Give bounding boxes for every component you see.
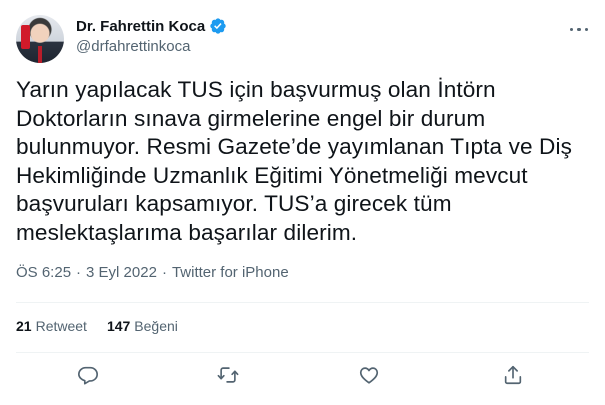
like-label: Beğeni [134,318,178,334]
tweet-stats: 21 Retweet 147 Beğeni [16,318,178,334]
avatar[interactable] [16,15,64,63]
meta-separator: · [76,264,82,281]
tie-icon [38,46,42,63]
retweet-label: Retweet [35,318,87,334]
tweet-card: Dr. Fahrettin Koca @drfahrettinkoca Yarı… [0,0,605,405]
like-stat[interactable]: 147 Beğeni [107,318,178,334]
like-icon[interactable] [358,364,382,388]
divider [16,352,589,353]
tweet-time[interactable]: ÖS 6:25 [16,264,71,281]
more-options-icon[interactable] [569,20,589,40]
retweet-stat[interactable]: 21 Retweet [16,318,87,334]
verified-badge-icon [209,17,227,35]
tweet-actions [0,362,605,392]
author-name-row: Dr. Fahrettin Koca [76,17,227,35]
divider [16,302,589,303]
author-handle[interactable]: @drfahrettinkoca [76,38,190,55]
retweet-icon[interactable] [217,364,241,388]
tweet-meta: ÖS 6:25 · 3 Eyl 2022 · Twitter for iPhon… [16,264,289,281]
share-icon[interactable] [502,364,526,388]
tweet-text: Yarın yapılacak TUS için başvurmuş olan … [16,77,572,245]
reply-icon[interactable] [77,364,101,388]
like-count: 147 [106,318,131,334]
tweet-header: Dr. Fahrettin Koca @drfahrettinkoca [16,12,589,64]
tweet-date[interactable]: 3 Eyl 2022 [86,264,157,281]
flag-icon [21,25,30,49]
tweet-source[interactable]: Twitter for iPhone [172,264,289,281]
retweet-count: 21 [16,318,32,334]
meta-separator: · [161,264,167,281]
author-name[interactable]: Dr. Fahrettin Koca [76,18,205,35]
